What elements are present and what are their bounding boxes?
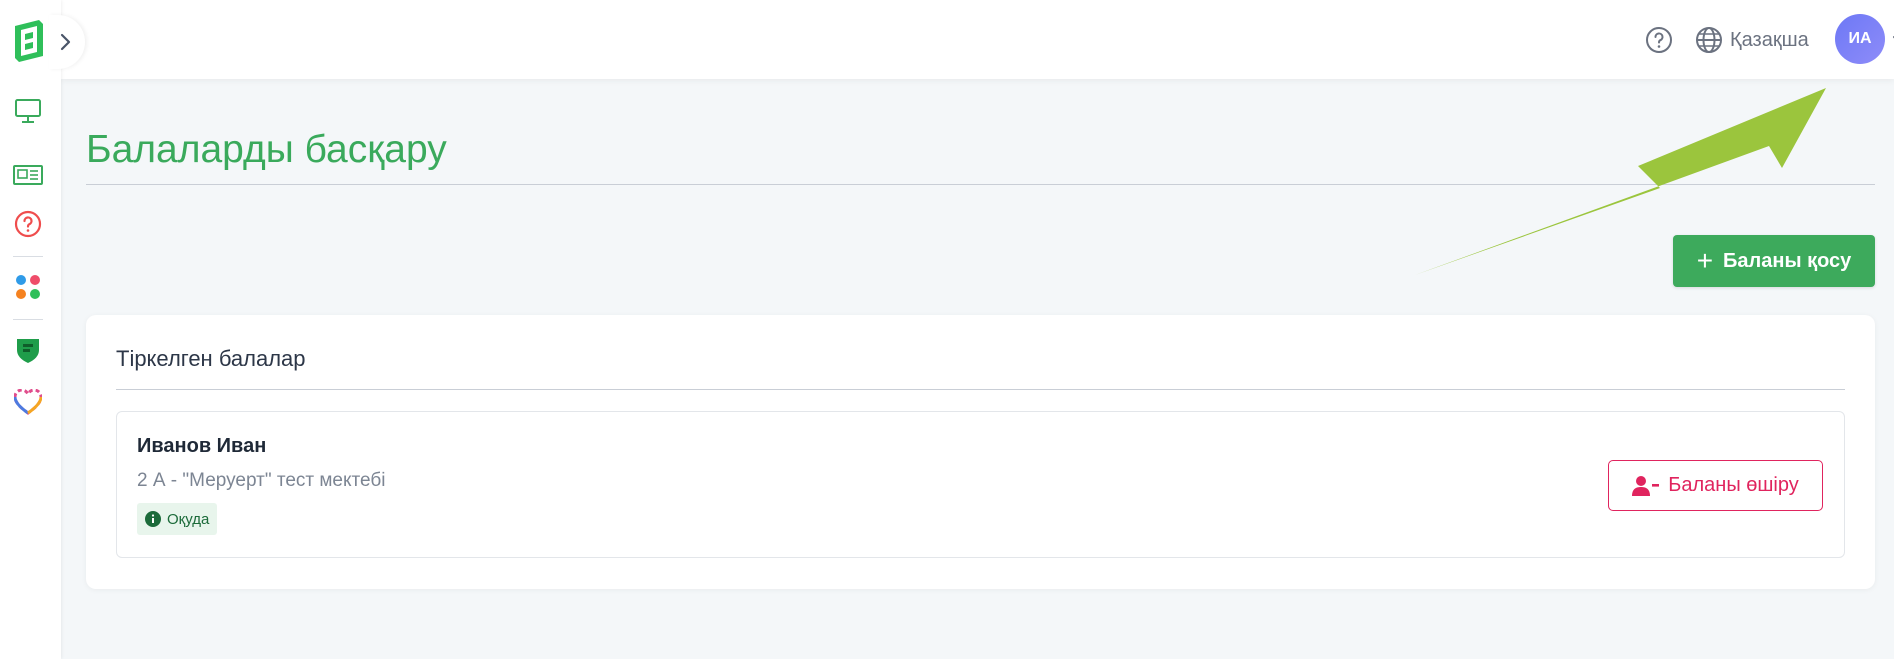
delete-child-button[interactable]: Баланы өшіру	[1608, 460, 1823, 511]
status-badge: Оқуда	[137, 503, 218, 535]
status-label: Оқуда	[167, 510, 210, 528]
app-logo[interactable]	[11, 20, 47, 62]
chevron-right-icon	[60, 33, 71, 51]
sidebar-divider	[13, 256, 43, 257]
child-school: 2 А - "Меруерт" тест мектебі	[137, 470, 386, 491]
top-header: Қазақша ИА	[61, 0, 1894, 79]
sidebar-divider	[13, 319, 43, 320]
page-title: Балаларды басқару	[86, 128, 447, 171]
user-avatar[interactable]: ИА	[1835, 14, 1885, 64]
shield-icon[interactable]	[13, 335, 43, 365]
info-icon	[145, 511, 161, 527]
card-divider	[116, 389, 1845, 390]
help-circle-icon[interactable]	[13, 209, 43, 239]
registered-children-card: Тіркелген балалар Иванов Иван 2 А - "Мер…	[86, 315, 1875, 589]
child-name: Иванов Иван	[137, 435, 267, 457]
card-title: Тіркелген балалар	[116, 346, 306, 371]
globe-icon	[1696, 27, 1722, 53]
plus-icon: +	[1696, 245, 1714, 276]
language-label: Қазақша	[1730, 28, 1809, 51]
add-child-label: Баланы қосу	[1723, 249, 1852, 272]
language-selector[interactable]: Қазақша	[1695, 24, 1809, 56]
apps-icon[interactable]	[13, 272, 43, 302]
news-icon[interactable]	[13, 160, 43, 190]
add-child-button[interactable]: + Баланы қосу	[1673, 235, 1875, 287]
delete-child-label: Баланы өшіру	[1668, 474, 1799, 496]
title-divider	[86, 184, 1875, 185]
help-icon[interactable]	[1645, 26, 1673, 54]
heart-icon[interactable]	[13, 387, 43, 417]
user-minus-icon	[1632, 475, 1660, 496]
child-item: Иванов Иван 2 А - "Меруерт" тест мектебі…	[116, 411, 1845, 558]
monitor-icon[interactable]	[13, 96, 43, 126]
sidebar	[0, 0, 61, 659]
